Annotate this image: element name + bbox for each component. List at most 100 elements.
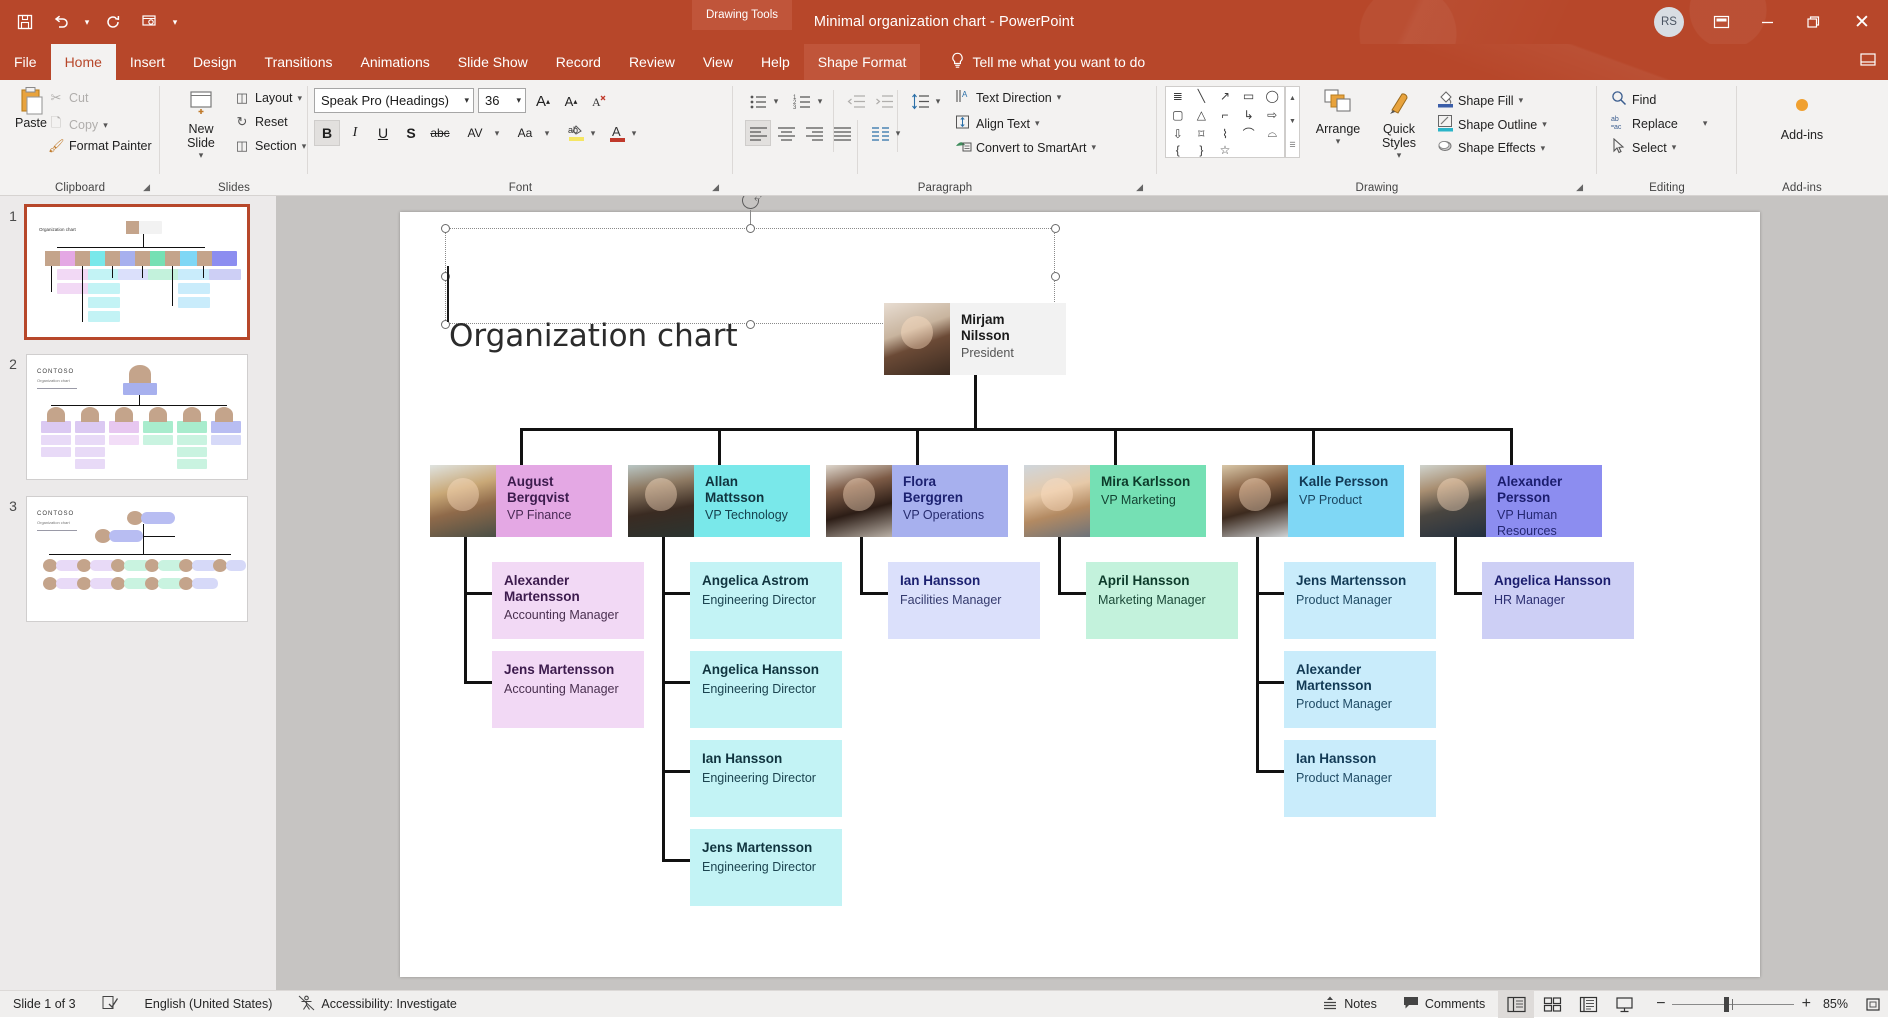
italic-button[interactable]: I <box>342 120 368 146</box>
numbering-button[interactable]: 123 <box>789 88 815 114</box>
paragraph-dialog-launcher-icon[interactable]: ◢ <box>1136 182 1143 193</box>
select-button[interactable]: Select ▾ <box>1611 138 1676 157</box>
clipboard-dialog-launcher-icon[interactable]: ◢ <box>143 182 150 193</box>
columns-dropdown-icon[interactable]: ▾ <box>891 120 905 146</box>
org-subnode[interactable]: April HanssonMarketing Manager <box>1086 562 1238 639</box>
slide-canvas-area[interactable]: ⥂ Organization chart MirjamNilssonPresid… <box>276 196 1888 990</box>
line-spacing-button[interactable] <box>907 88 933 114</box>
numbering-dropdown-icon[interactable]: ▾ <box>813 88 827 114</box>
shape-item-11[interactable]: ⌑ <box>1198 127 1204 141</box>
bullets-dropdown-icon[interactable]: ▾ <box>769 88 783 114</box>
spell-check-button[interactable] <box>89 991 132 1018</box>
shapes-gallery-scrollbar[interactable]: ▲ ▼ ☰ <box>1285 86 1300 158</box>
org-node[interactable]: FloraBerggrenVP Operations <box>826 465 1008 537</box>
align-right-button[interactable] <box>801 120 827 146</box>
drawing-dialog-launcher-icon[interactable]: ◢ <box>1576 182 1583 193</box>
tab-animations[interactable]: Animations <box>346 44 443 80</box>
org-subnode[interactable]: AlexanderMartenssonProduct Manager <box>1284 651 1436 728</box>
account-avatar[interactable]: RS <box>1654 7 1684 37</box>
org-subnode[interactable]: Jens MartenssonAccounting Manager <box>492 651 644 728</box>
format-painter-button[interactable]: 🖌 Format Painter <box>48 138 152 154</box>
slide-thumbnail-pane[interactable]: 1 Organization chart <box>0 196 276 990</box>
shape-outline-dropdown-icon[interactable]: ▾ <box>1542 119 1547 130</box>
ribbon-display-options-icon[interactable] <box>1698 0 1744 44</box>
minimize-icon[interactable] <box>1744 0 1790 44</box>
shape-item-5[interactable]: ▢ <box>1172 108 1183 122</box>
org-node[interactable]: MirjamNilssonPresident <box>884 303 1066 375</box>
replace-dropdown-icon[interactable]: ▾ <box>1703 118 1708 129</box>
smartart-dropdown-icon[interactable]: ▾ <box>1091 142 1096 153</box>
convert-to-smartart-button[interactable]: Convert to SmartArt ▾ <box>955 138 1096 157</box>
shapes-scroll-down-icon[interactable]: ▼ <box>1289 118 1296 125</box>
tab-transitions[interactable]: Transitions <box>251 44 347 80</box>
columns-button[interactable] <box>867 120 893 146</box>
shapes-more-icon[interactable]: ☰ <box>1289 141 1295 149</box>
character-spacing-button[interactable]: AV <box>460 120 490 146</box>
tab-view[interactable]: View <box>689 44 747 80</box>
tab-home[interactable]: Home <box>51 44 116 80</box>
shape-item-12[interactable]: ⌇ <box>1222 127 1228 141</box>
shape-item-7[interactable]: ⌐ <box>1221 108 1228 122</box>
find-button[interactable]: Find <box>1611 90 1656 109</box>
zoom-slider[interactable] <box>1672 991 1794 1018</box>
align-left-button[interactable] <box>745 120 771 146</box>
notes-button[interactable]: Notes <box>1309 991 1390 1018</box>
cut-button[interactable]: ✂ Cut <box>48 90 88 106</box>
tab-slide-show[interactable]: Slide Show <box>444 44 542 80</box>
zoom-slider-thumb[interactable] <box>1724 997 1729 1012</box>
slide-show-view-button[interactable] <box>1606 991 1642 1018</box>
font-name-input[interactable]: Speak Pro (Headings) ▾ <box>314 88 474 113</box>
org-node[interactable]: Allan MattssonVP Technology <box>628 465 810 537</box>
slide-thumbnail-3[interactable]: CONTOSO Organization chart <box>26 496 248 622</box>
new-slide-button[interactable]: NewSlide ▾ <box>172 88 230 161</box>
close-icon[interactable]: ✕ <box>1836 0 1888 44</box>
font-name-dropdown-icon[interactable]: ▾ <box>464 95 469 106</box>
tab-insert[interactable]: Insert <box>116 44 179 80</box>
quick-styles-dropdown-icon[interactable]: ▾ <box>1397 150 1402 161</box>
shape-item-8[interactable]: ↳ <box>1244 108 1254 122</box>
org-subnode[interactable]: AlexanderMartenssonAccounting Manager <box>492 562 644 639</box>
highlight-dropdown-icon[interactable]: ▾ <box>586 120 600 146</box>
shape-item-10[interactable]: ⇩ <box>1173 127 1183 141</box>
change-case-dropdown-icon[interactable]: ▾ <box>540 120 554 146</box>
slide-thumbnail-1[interactable]: Organization chart <box>26 206 248 338</box>
shapes-gallery[interactable]: ≣╲↗▭◯▢△⌐↳⇨⇩⌑⌇⌒⌓{}☆ <box>1165 86 1285 158</box>
fit-to-window-button[interactable] <box>1858 991 1888 1018</box>
shape-effects-button[interactable]: Shape Effects ▾ <box>1437 138 1545 158</box>
normal-view-button[interactable] <box>1498 991 1534 1018</box>
shape-item-14[interactable]: ⌓ <box>1267 126 1277 141</box>
comments-button[interactable]: Comments <box>1390 991 1498 1018</box>
slide-thumbnail-2[interactable]: CONTOSO Organization chart <box>26 354 248 480</box>
accessibility-button[interactable]: Accessibility: Investigate <box>285 991 469 1018</box>
select-dropdown-icon[interactable]: ▾ <box>1672 142 1677 153</box>
slide-surface[interactable]: ⥂ Organization chart MirjamNilssonPresid… <box>400 212 1760 977</box>
quick-styles-button[interactable]: QuickStyles ▾ <box>1371 88 1427 161</box>
tell-me-search[interactable]: Tell me what you want to do <box>950 44 1145 80</box>
shape-item-6[interactable]: △ <box>1197 108 1206 122</box>
align-text-dropdown-icon[interactable]: ▾ <box>1035 118 1040 129</box>
slide-sorter-view-button[interactable] <box>1534 991 1570 1018</box>
zoom-in-button[interactable]: + <box>1794 991 1823 1018</box>
org-subnode[interactable]: Angelica HanssonEngineering Director <box>690 651 842 728</box>
shape-item-13[interactable]: ⌒ <box>1243 125 1255 142</box>
copy-button[interactable]: 🗋 Copy ▾ <box>48 114 108 136</box>
tab-shape-format[interactable]: Shape Format <box>804 44 921 80</box>
text-shadow-button[interactable]: S <box>398 120 424 146</box>
shape-fill-button[interactable]: Shape Fill ▾ <box>1437 90 1523 111</box>
org-node[interactable]: AlexanderPerssonVP Human Resources <box>1420 465 1602 537</box>
arrange-dropdown-icon[interactable]: ▾ <box>1336 136 1341 147</box>
justify-button[interactable] <box>829 120 855 146</box>
shape-item-15[interactable]: { <box>1176 143 1180 157</box>
shape-fill-dropdown-icon[interactable]: ▾ <box>1519 95 1524 106</box>
shape-item-4[interactable]: ◯ <box>1265 89 1278 103</box>
text-direction-button[interactable]: A Text Direction ▾ <box>955 88 1061 107</box>
align-text-button[interactable]: Align Text ▾ <box>955 114 1040 133</box>
reset-button[interactable]: ↻ Reset <box>234 114 288 130</box>
font-size-dropdown-icon[interactable]: ▾ <box>516 95 521 106</box>
bold-button[interactable]: B <box>314 120 340 146</box>
character-spacing-dropdown-icon[interactable]: ▾ <box>490 120 504 146</box>
font-dialog-launcher-icon[interactable]: ◢ <box>712 182 719 193</box>
org-node[interactable]: Kalle PerssonVP Product <box>1222 465 1404 537</box>
tab-help[interactable]: Help <box>747 44 804 80</box>
increase-indent-button[interactable] <box>871 88 897 114</box>
